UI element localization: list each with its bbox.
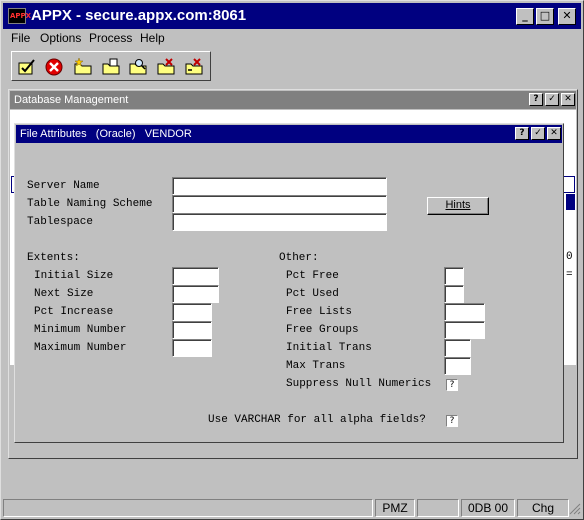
status-state: Chg — [517, 499, 569, 517]
extents-heading: Extents: — [27, 252, 80, 264]
background-value: = — [566, 269, 573, 281]
max-trans-field[interactable] — [444, 357, 471, 375]
background-value: 0 — [566, 251, 573, 263]
suppress-null-numerics-checkbox[interactable]: ? — [446, 379, 458, 391]
pct-free-label: Pct Free — [286, 270, 339, 282]
close-button[interactable]: ✕ — [558, 8, 576, 25]
open-folder-icon[interactable] — [101, 57, 121, 77]
menu-options[interactable]: Options — [40, 31, 81, 45]
minimum-number-label: Minimum Number — [34, 324, 127, 336]
redo-folder-icon[interactable] — [184, 57, 204, 77]
menu-file[interactable]: File — [11, 31, 30, 45]
appx-logo-icon: APPX — [8, 8, 31, 24]
suppress-null-numerics-label: Suppress Null Numerics — [286, 378, 432, 390]
file-attributes-dialog: File Attributes (Oracle) VENDOR ? ✓ ✕ Se… — [14, 123, 564, 443]
tablespace-label: Tablespace — [27, 216, 94, 228]
status-blank — [417, 499, 459, 517]
pct-used-label: Pct Used — [286, 288, 339, 300]
pct-free-field[interactable] — [444, 267, 464, 285]
database-management-title: Database Management — [14, 94, 129, 106]
initial-trans-label: Initial Trans — [286, 342, 372, 354]
server-name-label: Server Name — [27, 180, 100, 192]
toolbar — [11, 51, 211, 81]
menu-help[interactable]: Help — [140, 31, 165, 45]
dialog-title: File Attributes (Oracle) VENDOR — [20, 128, 192, 140]
database-management-title-bar[interactable]: Database Management ? ✓ ✕ — [10, 91, 576, 109]
status-message — [3, 499, 373, 517]
maximum-number-field[interactable] — [172, 339, 212, 357]
ok-button[interactable]: ✓ — [545, 93, 559, 106]
table-naming-scheme-field[interactable] — [172, 195, 387, 213]
status-mode: PMZ — [375, 499, 415, 517]
maximize-button[interactable]: □ — [536, 8, 554, 25]
pct-increase-label: Pct Increase — [34, 306, 114, 318]
max-trans-label: Max Trans — [286, 360, 346, 372]
close-button[interactable]: ✕ — [547, 127, 561, 140]
pct-used-field[interactable] — [444, 285, 464, 303]
menu-process[interactable]: Process — [89, 31, 132, 45]
varchar-label: Use VARCHAR for all alpha fields? — [208, 414, 426, 426]
dialog-title-bar[interactable]: File Attributes (Oracle) VENDOR ? ✓ ✕ — [16, 125, 562, 143]
varchar-checkbox[interactable]: ? — [446, 415, 458, 427]
free-groups-field[interactable] — [444, 321, 485, 339]
next-size-field[interactable] — [172, 285, 219, 303]
delete-folder-icon[interactable] — [156, 57, 176, 77]
title-bar[interactable]: APPX APPX - secure.appx.com:8061 _ □ ✕ — [3, 3, 581, 29]
free-lists-field[interactable] — [444, 303, 485, 321]
pct-increase-field[interactable] — [172, 303, 212, 321]
app-window: APPX APPX - secure.appx.com:8061 _ □ ✕ F… — [0, 0, 584, 520]
status-db: 0DB 00 — [461, 499, 515, 517]
minimize-button[interactable]: _ — [516, 8, 534, 25]
server-name-field[interactable] — [172, 177, 387, 195]
help-button[interactable]: ? — [529, 93, 543, 106]
table-naming-scheme-label: Table Naming Scheme — [27, 198, 153, 210]
help-button[interactable]: ? — [515, 127, 529, 140]
cancel-icon[interactable] — [44, 57, 64, 77]
minimum-number-field[interactable] — [172, 321, 212, 339]
ok-button[interactable]: ✓ — [531, 127, 545, 140]
menu-bar: File Options Process Help — [3, 29, 581, 47]
free-lists-label: Free Lists — [286, 306, 353, 318]
tablespace-field[interactable] — [172, 213, 387, 231]
close-button[interactable]: ✕ — [561, 93, 575, 106]
confirm-icon[interactable] — [17, 57, 37, 77]
initial-trans-field[interactable] — [444, 339, 471, 357]
selection-marker — [566, 194, 575, 210]
next-size-label: Next Size — [34, 288, 94, 300]
status-bar: PMZ 0DB 00 Chg — [3, 499, 581, 517]
find-folder-icon[interactable] — [128, 57, 148, 77]
window-title: APPX - secure.appx.com:8061 — [31, 7, 247, 24]
hints-button[interactable]: Hints — [427, 197, 489, 215]
resize-grip-icon[interactable] — [569, 503, 581, 515]
maximum-number-label: Maximum Number — [34, 342, 127, 354]
other-heading: Other: — [279, 252, 319, 264]
initial-size-label: Initial Size — [34, 270, 114, 282]
new-folder-icon[interactable] — [73, 57, 93, 77]
initial-size-field[interactable] — [172, 267, 219, 285]
free-groups-label: Free Groups — [286, 324, 359, 336]
